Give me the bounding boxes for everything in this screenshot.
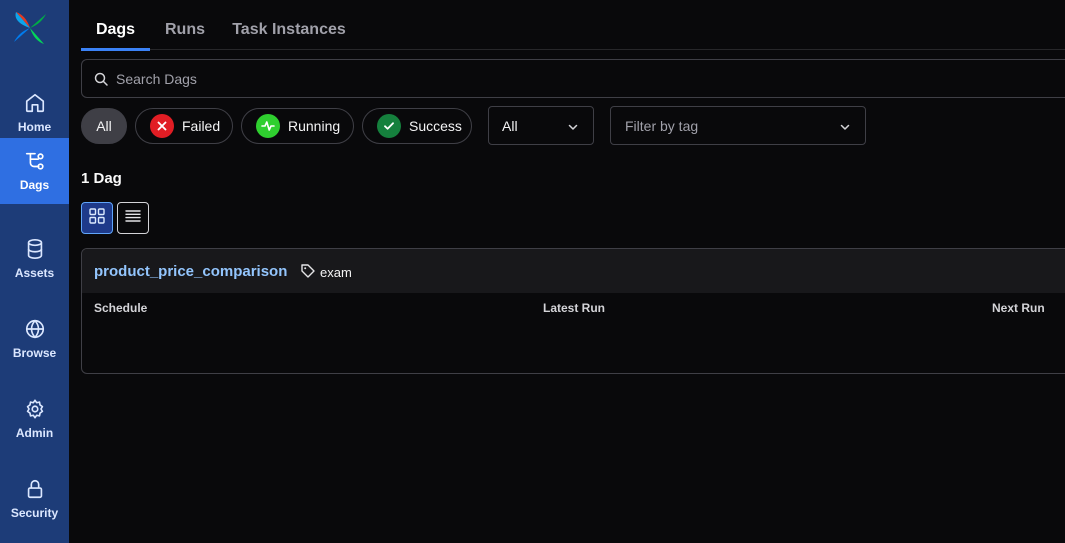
filter-all-button[interactable]: All — [81, 108, 127, 144]
latest-run-column-header: Latest Run — [543, 301, 606, 315]
filter-failed-label: Failed — [182, 118, 221, 134]
sidebar-item-label: Admin — [15, 426, 54, 440]
filter-success-label: Success — [409, 118, 462, 134]
dag-id-link[interactable]: product_price_comparison — [94, 263, 287, 280]
gear-icon — [24, 398, 46, 420]
sidebar-item-admin[interactable]: Admin — [0, 386, 69, 452]
card-view-button[interactable] — [81, 202, 113, 234]
dag-card: product_price_comparison exam Schedule L… — [81, 248, 1065, 374]
lock-icon — [24, 478, 46, 500]
paused-filter-value: All — [502, 117, 518, 134]
failed-icon — [150, 114, 174, 138]
globe-icon — [24, 318, 46, 340]
sidebar-item-browse[interactable]: Browse — [0, 306, 69, 372]
filter-running-label: Running — [288, 118, 341, 134]
sidebar-item-label: Assets — [14, 266, 55, 280]
sidebar-item-label: Security — [10, 506, 59, 520]
tag-filter-select[interactable]: Filter by tag — [610, 106, 866, 145]
dags-icon — [24, 150, 46, 172]
paused-filter-select[interactable]: All — [488, 106, 594, 145]
dag-count: 1 Dag — [81, 170, 122, 187]
list-icon — [124, 207, 142, 230]
app-root: Home Dags Assets Browse Admin Security D… — [0, 0, 1065, 543]
search-box — [81, 59, 1065, 98]
sidebar-item-home[interactable]: Home — [0, 80, 69, 146]
sidebar-item-assets[interactable]: Assets — [0, 226, 69, 292]
tag-icon — [300, 263, 316, 279]
dag-tag[interactable]: exam — [320, 265, 352, 280]
sidebar-item-security[interactable]: Security — [0, 466, 69, 532]
list-view-button[interactable] — [117, 202, 149, 234]
search-input[interactable] — [116, 60, 1016, 97]
grid-icon — [88, 207, 106, 230]
tag-filter-placeholder: Filter by tag — [625, 117, 699, 134]
tab-task-instances[interactable]: Task Instances — [229, 10, 349, 50]
chevron-down-icon — [839, 120, 851, 132]
running-icon — [256, 114, 280, 138]
search-icon — [93, 71, 109, 87]
filter-all-label: All — [96, 118, 112, 134]
tab-dags[interactable]: Dags — [81, 10, 150, 51]
sidebar-item-label: Home — [17, 120, 52, 134]
success-icon — [377, 114, 401, 138]
tab-bar: Dags Runs Task Instances — [81, 10, 1065, 51]
home-icon — [24, 92, 46, 114]
sidebar-item-label: Dags — [19, 178, 50, 192]
sidebar-item-dags[interactable]: Dags — [0, 138, 69, 204]
sidebar: Home Dags Assets Browse Admin Security — [0, 0, 69, 543]
sidebar-item-label: Browse — [12, 346, 57, 360]
chevron-down-icon — [567, 120, 579, 132]
database-icon — [24, 238, 46, 260]
next-run-column-header: Next Run — [992, 301, 1045, 315]
airflow-logo-icon[interactable] — [12, 10, 48, 46]
schedule-column-header: Schedule — [94, 301, 148, 315]
filter-failed-button[interactable]: Failed — [135, 108, 233, 144]
filter-success-button[interactable]: Success — [362, 108, 472, 144]
filter-running-button[interactable]: Running — [241, 108, 354, 144]
dag-card-header: product_price_comparison exam — [82, 249, 1065, 293]
tab-runs[interactable]: Runs — [156, 10, 214, 50]
